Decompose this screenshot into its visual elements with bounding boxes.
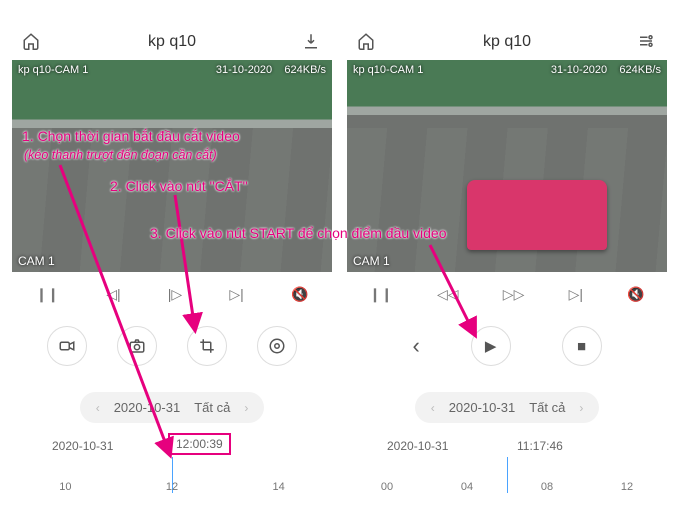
phone-right: kp q10 kp q10-CAM 1 31-10-2020 624KB/s C… — [347, 24, 667, 503]
annotation-step2: 2. Click vào nút "CẮT" — [110, 178, 248, 194]
mute-button[interactable]: 🔇 — [291, 286, 308, 303]
home-icon[interactable] — [22, 32, 42, 52]
status-bar: kp q10 — [347, 24, 667, 60]
timeline-date: 2020-10-31 — [52, 439, 113, 453]
playback-controls: ❙❙ ◁◁ ▷▷ ▷| 🔇 — [347, 272, 667, 316]
picker-date: 2020-10-31 — [449, 400, 516, 415]
picker-date: 2020-10-31 — [114, 400, 181, 415]
cut-button[interactable] — [187, 326, 227, 366]
picker-filter: Tất cả — [194, 400, 230, 415]
video-date: 31-10-2020 — [551, 64, 607, 76]
timeline-ticks: 00 04 08 12 — [347, 481, 667, 493]
playback-controls: ❙❙ ◁| |▷ ▷| 🔇 — [12, 272, 332, 316]
status-bar: kp q10 — [12, 24, 332, 60]
phone-left: kp q10 kp q10-CAM 1 31-10-2020 624KB/s C… — [12, 24, 332, 503]
annotation-step3: 3. Click vào nút START để chọn điểm đầu … — [150, 225, 447, 241]
step-back-button[interactable]: ◁| — [106, 286, 120, 303]
rewind-button[interactable]: ◁◁ — [437, 286, 459, 303]
back-button[interactable]: ‹ — [412, 333, 419, 359]
chevron-left-icon[interactable]: ‹ — [96, 401, 100, 415]
annotation-step1-sub: (kéo thanh trượt đến đoạn cần cắt) — [24, 148, 217, 162]
timeline[interactable]: 2020-10-31 12:00:39 10 12 14 — [12, 433, 332, 503]
action-row — [12, 316, 332, 376]
timeline-time: 11:17:46 — [517, 439, 563, 453]
start-button[interactable]: ▶ — [471, 326, 511, 366]
stop-button[interactable]: ■ — [562, 326, 602, 366]
chevron-right-icon[interactable]: › — [579, 401, 583, 415]
cam-label-bottom: CAM 1 — [353, 254, 390, 268]
pause-button[interactable]: ❙❙ — [36, 286, 59, 303]
bitrate: 624KB/s — [619, 64, 661, 76]
picker-filter: Tất cả — [529, 400, 565, 415]
cam-label: kp q10-CAM 1 — [18, 64, 88, 76]
snapshot-button[interactable] — [117, 326, 157, 366]
download-icon[interactable] — [302, 32, 322, 52]
quality-button[interactable] — [257, 326, 297, 366]
car-graphic — [467, 180, 607, 250]
bitrate: 624KB/s — [284, 64, 326, 76]
timeline-date: 2020-10-31 — [387, 439, 448, 453]
home-icon[interactable] — [357, 32, 377, 52]
page-title: kp q10 — [483, 33, 531, 51]
cam-label-bottom: CAM 1 — [18, 254, 55, 268]
video-date: 31-10-2020 — [216, 64, 272, 76]
next-button[interactable]: ▷| — [569, 286, 583, 303]
action-row: ‹ ▶ ■ — [347, 316, 667, 376]
step-forward-button[interactable]: |▷ — [168, 286, 182, 303]
timeline-ticks: 10 12 14 — [12, 481, 332, 493]
cam-label: kp q10-CAM 1 — [353, 64, 423, 76]
annotation-step1: 1. Chọn thời gian bắt đầu cắt video — [22, 128, 240, 144]
chevron-left-icon[interactable]: ‹ — [431, 401, 435, 415]
next-button[interactable]: ▷| — [229, 286, 243, 303]
chevron-right-icon[interactable]: › — [244, 401, 248, 415]
date-picker[interactable]: ‹ 2020-10-31 Tất cả › — [80, 392, 265, 423]
page-title: kp q10 — [148, 33, 196, 51]
timeline[interactable]: 2020-10-31 11:17:46 00 04 08 12 — [347, 433, 667, 503]
timeline-time: 12:00:39 — [168, 433, 231, 455]
fast-forward-button[interactable]: ▷▷ — [503, 286, 525, 303]
record-button[interactable] — [47, 326, 87, 366]
mute-button[interactable]: 🔇 — [627, 286, 644, 303]
pause-button[interactable]: ❙❙ — [369, 286, 392, 303]
date-picker[interactable]: ‹ 2020-10-31 Tất cả › — [415, 392, 600, 423]
settings-icon[interactable] — [637, 32, 657, 52]
